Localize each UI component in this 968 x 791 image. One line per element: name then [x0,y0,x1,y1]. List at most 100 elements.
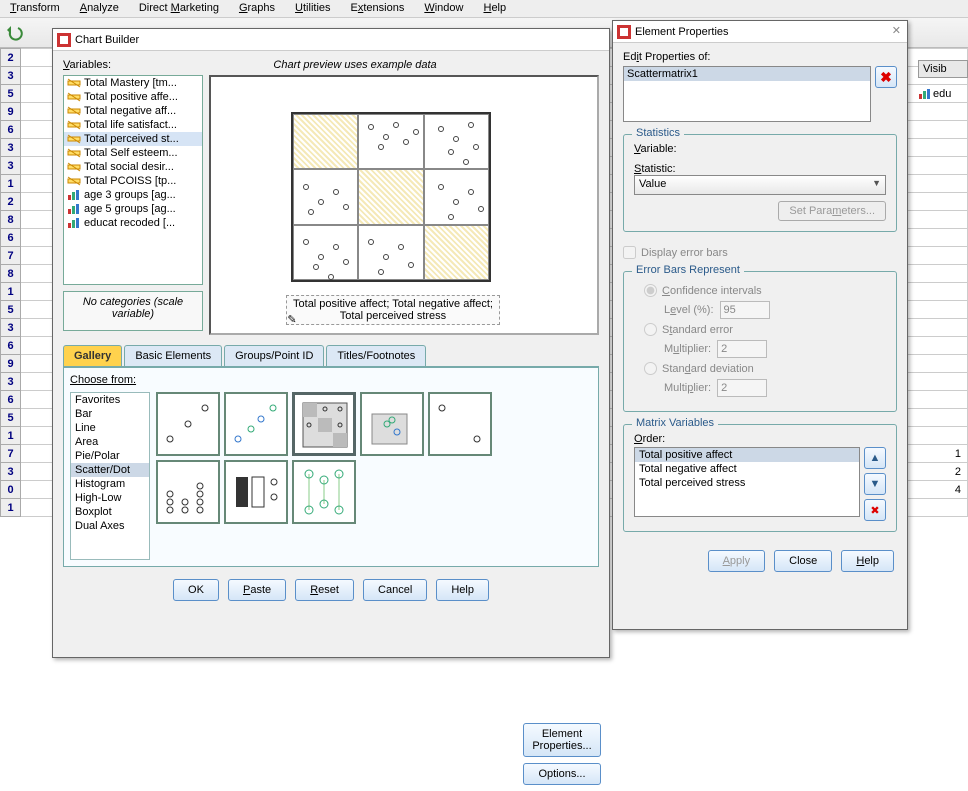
error-bars-legend: Error Bars Represent [632,264,744,276]
row-header[interactable]: 6 [1,391,21,409]
move-up-button[interactable]: ▲ [864,447,886,469]
row-header[interactable]: 8 [1,265,21,283]
help-button[interactable]: Help [841,550,894,572]
drop-line-thumb[interactable] [292,460,356,524]
chart-type-area[interactable]: Area [71,435,149,449]
order-item[interactable]: Total perceived stress [635,476,859,490]
menu-graphs[interactable]: Graphs [229,0,285,17]
variable-item[interactable]: Total perceived st... [64,132,202,146]
scatter-matrix-thumb[interactable] [292,392,356,456]
row-header[interactable]: 3 [1,157,21,175]
row-header[interactable]: 5 [1,409,21,427]
chart-type-dual-axes[interactable]: Dual Axes [71,519,149,533]
scatter-simple-thumb[interactable] [156,392,220,456]
menu-help[interactable]: Help [473,0,516,17]
row-header[interactable]: 3 [1,373,21,391]
row-header[interactable]: 6 [1,337,21,355]
row-header[interactable]: 7 [1,247,21,265]
variable-item[interactable]: educat recoded [... [64,216,202,230]
menu-analyze[interactable]: Analyze [70,0,129,17]
paste-button[interactable]: Paste [228,579,286,601]
order-list[interactable]: Total positive affectTotal negative affe… [634,447,860,517]
menu-utilities[interactable]: Utilities [285,0,340,17]
row-header[interactable]: 6 [1,121,21,139]
scatter-3d-thumb[interactable] [360,392,424,456]
statistic-dropdown[interactable]: Value [634,175,886,195]
variable-item[interactable]: Total Mastery [tm... [64,76,202,90]
menu-extensions[interactable]: Extensions [341,0,415,17]
row-header[interactable]: 1 [1,283,21,301]
row-header[interactable]: 3 [1,67,21,85]
cancel-button[interactable]: Cancel [363,579,427,601]
row-header[interactable]: 1 [1,499,21,517]
dot-simple-thumb[interactable] [156,460,220,524]
menu-direct-marketing[interactable]: Direct Marketing [129,0,229,17]
list-item[interactable]: Scattermatrix1 [624,67,870,81]
row-header[interactable]: 3 [1,463,21,481]
visible-button[interactable]: Visib [918,60,968,78]
help-button[interactable]: Help [436,579,489,601]
row-header[interactable]: 3 [1,139,21,157]
chart-preview[interactable]: ✎ Total positive affect; Total negative … [209,75,599,335]
chart-type-high-low[interactable]: High-Low [71,491,149,505]
options-button[interactable]: Options... [523,763,601,785]
tab-groups-point-id[interactable]: Groups/Point ID [224,345,324,366]
variable-item[interactable]: Total social desir... [64,160,202,174]
variable-item[interactable]: Total positive affe... [64,90,202,104]
dialog-title: Element Properties [635,26,729,38]
scatter-grouped-thumb[interactable] [224,392,288,456]
element-properties-titlebar[interactable]: Element Properties ✕ [613,21,907,43]
matrix-drop-caption[interactable]: ✎ Total positive affect; Total negative … [286,295,500,325]
chart-type-favorites[interactable]: Favorites [71,393,149,407]
variable-item[interactable]: age 3 groups [ag... [64,188,202,202]
element-properties-button[interactable]: Element Properties... [523,723,601,757]
chart-type-boxplot[interactable]: Boxplot [71,505,149,519]
chart-type-pie-polar[interactable]: Pie/Polar [71,449,149,463]
set-parameters-button: Set Parameters... [778,201,886,221]
row-header[interactable]: 5 [1,301,21,319]
remove-element-button[interactable]: ✖ [875,66,897,88]
row-header[interactable]: 0 [1,481,21,499]
chart-type-bar[interactable]: Bar [71,407,149,421]
chart-type-histogram[interactable]: Histogram [71,477,149,491]
order-item[interactable]: Total positive affect [635,448,859,462]
variables-list[interactable]: Total Mastery [tm...Total positive affe.… [63,75,203,285]
row-header[interactable]: 3 [1,319,21,337]
tab-gallery[interactable]: Gallery [63,345,122,366]
menu-transform[interactable]: Transform [0,0,70,17]
ok-button[interactable]: OK [173,579,219,601]
close-button[interactable]: Close [774,550,832,572]
edit-properties-list[interactable]: Scattermatrix1 [623,66,871,122]
remove-variable-button[interactable]: ✖ [864,499,886,521]
variable-item[interactable]: Total Self esteem... [64,146,202,160]
chart-types-list[interactable]: FavoritesBarLineAreaPie/PolarScatter/Dot… [70,392,150,560]
reset-button[interactable]: Reset [295,579,354,601]
row-header[interactable]: 1 [1,427,21,445]
row-header[interactable]: 8 [1,211,21,229]
confidence-radio [644,284,657,297]
variable-item[interactable]: Total life satisfact... [64,118,202,132]
row-header[interactable]: 2 [1,193,21,211]
row-header[interactable]: 5 [1,85,21,103]
variable-item[interactable]: Total PCOISS [tp... [64,174,202,188]
tab-basic-elements[interactable]: Basic Elements [124,345,222,366]
chart-type-scatter-dot[interactable]: Scatter/Dot [71,463,149,477]
row-header[interactable]: 9 [1,355,21,373]
variable-item[interactable]: Total negative aff... [64,104,202,118]
undo-icon[interactable] [4,22,26,44]
chart-builder-titlebar[interactable]: Chart Builder [53,29,609,51]
row-header[interactable]: 2 [1,49,21,67]
row-header[interactable]: 9 [1,103,21,121]
move-down-button[interactable]: ▼ [864,473,886,495]
order-item[interactable]: Total negative affect [635,462,859,476]
close-icon[interactable]: ✕ [892,24,901,37]
dot-summary-thumb[interactable] [224,460,288,524]
row-header[interactable]: 7 [1,445,21,463]
menu-window[interactable]: Window [414,0,473,17]
row-header[interactable]: 1 [1,175,21,193]
variable-item[interactable]: age 5 groups [ag... [64,202,202,216]
row-header[interactable]: 6 [1,229,21,247]
scatter-dot-thumb[interactable] [428,392,492,456]
tab-titles-footnotes[interactable]: Titles/Footnotes [326,345,426,366]
chart-type-line[interactable]: Line [71,421,149,435]
